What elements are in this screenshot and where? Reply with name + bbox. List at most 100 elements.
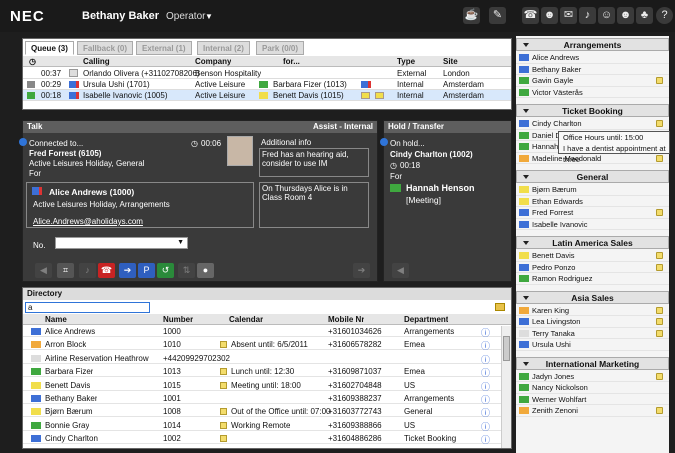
contact-item[interactable]: Pedro Ponzo bbox=[516, 262, 669, 273]
contact-item[interactable]: Fred Forrest bbox=[516, 207, 669, 219]
notes-icon[interactable] bbox=[495, 303, 505, 311]
group-header[interactable]: Asia Sales bbox=[516, 290, 669, 304]
note-icon[interactable] bbox=[656, 252, 663, 259]
contact-item[interactable]: Lea Livingston bbox=[516, 316, 669, 328]
mute-button[interactable]: ♪ bbox=[79, 263, 96, 278]
group-header[interactable]: Ticket Booking bbox=[516, 104, 669, 117]
directory-row[interactable]: Airline Reservation Heathrow +44209929702… bbox=[23, 353, 501, 365]
park-button[interactable]: P bbox=[138, 263, 155, 278]
wrench-icon[interactable]: ✎ bbox=[489, 7, 506, 24]
conference-button[interactable]: ⇅ bbox=[178, 263, 195, 278]
note-icon[interactable] bbox=[656, 120, 663, 127]
target-email[interactable]: Alice.Andrews@aholidays.com bbox=[33, 217, 143, 226]
chevron-down-icon[interactable]: ▼ bbox=[205, 12, 213, 21]
note-icon[interactable] bbox=[656, 329, 663, 337]
col-type[interactable]: Type bbox=[397, 57, 415, 66]
col-number[interactable]: Number bbox=[163, 315, 193, 324]
note-icon[interactable] bbox=[656, 77, 663, 84]
directory-row[interactable]: Cindy Charlton 1002 +31604886286 Ticket Boo… bbox=[23, 433, 501, 446]
col-company[interactable]: Company bbox=[195, 57, 231, 66]
collapse-arrow-icon[interactable] bbox=[523, 109, 529, 113]
tab-park[interactable]: Park (0/0) bbox=[256, 41, 305, 55]
info-icon[interactable]: ⓘ bbox=[481, 406, 490, 419]
directory-search-input[interactable]: a bbox=[25, 302, 150, 313]
note-icon[interactable] bbox=[656, 306, 663, 314]
dialpad-button[interactable]: ⌗ bbox=[57, 263, 74, 278]
collapse-arrow-icon[interactable] bbox=[523, 43, 529, 47]
col-name[interactable]: Name bbox=[45, 315, 67, 324]
note-icon[interactable] bbox=[656, 209, 663, 216]
contact-item[interactable]: Werner Wohlfart bbox=[516, 394, 669, 405]
users-icon[interactable]: ☻ bbox=[617, 7, 634, 24]
group-header[interactable]: General bbox=[516, 170, 669, 183]
transfer-button[interactable]: ➔ bbox=[119, 263, 136, 278]
col-for[interactable]: for... bbox=[283, 57, 300, 66]
queue-row[interactable]: 00:29 Ursula Ushi (1701) Active Leisure … bbox=[23, 79, 511, 90]
note-icon[interactable] bbox=[656, 407, 663, 414]
info-icon[interactable]: ⓘ bbox=[481, 339, 490, 352]
contact-item[interactable]: Benett Davis bbox=[516, 250, 669, 262]
tab-queue[interactable]: Queue (3) bbox=[25, 41, 74, 55]
contact-item[interactable]: Bethany Baker bbox=[516, 64, 669, 75]
collapse-arrow-icon[interactable] bbox=[523, 361, 529, 366]
people-icon[interactable]: ☻ bbox=[541, 7, 558, 24]
col-calendar[interactable]: Calendar bbox=[229, 315, 263, 324]
groups-icon[interactable]: ♣ bbox=[636, 7, 653, 24]
collapse-arrow-icon[interactable] bbox=[523, 241, 529, 245]
note-icon[interactable] bbox=[656, 372, 663, 380]
queue-row[interactable]: 00:37 Orlando Olivera (+31102708206) Ben… bbox=[23, 68, 511, 79]
info-icon[interactable]: ⓘ bbox=[481, 366, 490, 379]
directory-row[interactable]: Benett Davis 1015 Meeting until: 18:00 +316… bbox=[23, 380, 501, 393]
info-icon[interactable]: ⓘ bbox=[481, 420, 490, 433]
hangup-button[interactable]: ☎ bbox=[98, 263, 115, 278]
note-icon[interactable] bbox=[656, 263, 663, 271]
info-icon[interactable]: ⓘ bbox=[481, 433, 490, 446]
directory-row[interactable]: Bethany Baker 1001 +31609388237 Arrangement… bbox=[23, 393, 501, 406]
group-header[interactable]: Latin America Sales bbox=[516, 236, 669, 249]
col-site[interactable]: Site bbox=[443, 57, 458, 66]
directory-row[interactable]: Alice Andrews 1000 +31601034626 Arrangement… bbox=[23, 326, 501, 339]
contact-item[interactable]: Isabelle Ivanovic bbox=[516, 219, 669, 230]
contact-item[interactable]: Nancy Nickolson bbox=[516, 382, 669, 394]
col-department[interactable]: Department bbox=[404, 315, 448, 324]
contact-item[interactable]: Victor Västerås bbox=[516, 87, 669, 98]
contact-item[interactable]: Ethan Edwards bbox=[516, 196, 669, 207]
retrieve-button[interactable]: ↺ bbox=[157, 263, 174, 278]
contact-item[interactable]: Bjørn Bærum bbox=[516, 184, 669, 196]
phone-icon[interactable]: ☎ bbox=[522, 7, 539, 24]
hold-button[interactable]: ◀ bbox=[35, 263, 52, 278]
directory-scrollbar[interactable] bbox=[501, 326, 511, 448]
collapse-arrow-icon[interactable] bbox=[523, 295, 529, 300]
number-dropdown[interactable]: ▼ bbox=[55, 237, 188, 249]
info-icon[interactable]: ⓘ bbox=[481, 393, 490, 406]
contact-item[interactable]: Terry Tanaka bbox=[516, 328, 669, 339]
group-header[interactable]: International Marketing bbox=[516, 356, 669, 370]
queue-row[interactable]: 00:18 Isabelle Ivanovic (1005) Active Le… bbox=[23, 90, 511, 101]
coffee-cup-icon[interactable]: ☕ bbox=[463, 7, 480, 24]
col-mobile[interactable]: Mobile Nr bbox=[328, 315, 364, 324]
contact-item[interactable]: Jadyn Jones bbox=[516, 371, 669, 382]
contact-item[interactable]: Ursula Ushi bbox=[516, 339, 669, 351]
chevron-down-icon[interactable]: ▼ bbox=[177, 239, 184, 246]
tab-internal[interactable]: Internal (2) bbox=[197, 41, 250, 55]
group-header[interactable]: Arrangements bbox=[516, 38, 669, 51]
contact-item[interactable]: Karen King bbox=[516, 305, 669, 316]
contact-item[interactable]: Ramon Rodriguez bbox=[516, 273, 669, 285]
directory-row[interactable]: Bjørn Bærum 1008 Out of the Office until: … bbox=[23, 406, 501, 419]
back-button[interactable]: ◀ bbox=[392, 263, 409, 278]
contact-item[interactable]: Cindy Charlton bbox=[516, 118, 669, 130]
info-icon[interactable]: ⓘ bbox=[481, 380, 490, 393]
forward-button[interactable]: ➔ bbox=[353, 263, 370, 278]
collapse-arrow-icon[interactable] bbox=[523, 175, 529, 179]
user-icon[interactable]: ☺ bbox=[598, 7, 615, 24]
contact-item[interactable]: Alice Andrews bbox=[516, 52, 669, 64]
info-icon[interactable]: ⓘ bbox=[481, 326, 490, 339]
user-role[interactable]: Operator bbox=[166, 11, 205, 22]
microphone-icon[interactable]: ♪ bbox=[579, 7, 596, 24]
record-button[interactable]: ● bbox=[197, 263, 214, 278]
note-icon[interactable] bbox=[656, 318, 663, 325]
scrollbar-thumb[interactable] bbox=[503, 336, 510, 361]
help-icon[interactable]: ? bbox=[656, 7, 673, 24]
col-calling[interactable]: Calling bbox=[83, 57, 110, 66]
chat-icon[interactable]: ✉ bbox=[560, 7, 577, 24]
